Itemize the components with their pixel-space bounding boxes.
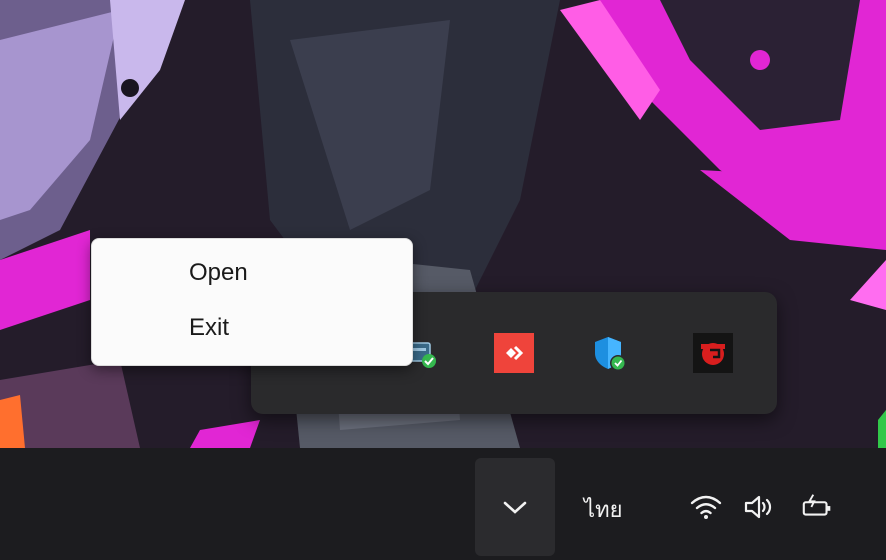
speaker-icon[interactable] bbox=[742, 492, 778, 522]
anydesk-icon[interactable] bbox=[493, 332, 535, 374]
battery-icon[interactable] bbox=[800, 492, 836, 522]
show-hidden-icons-button[interactable] bbox=[475, 458, 555, 556]
taskbar: ไทย bbox=[0, 448, 886, 560]
menu-item-exit-label: Exit bbox=[189, 314, 230, 341]
chevron-up-icon bbox=[503, 501, 527, 514]
windows-security-icon[interactable] bbox=[589, 332, 631, 374]
menu-item-open-label: Open bbox=[189, 259, 248, 286]
context-menu: Open Exit bbox=[91, 238, 413, 366]
input-language-indicator[interactable]: ไทย bbox=[584, 492, 622, 527]
menu-item-exit[interactable]: Exit bbox=[100, 306, 404, 350]
garena-icon[interactable] bbox=[692, 332, 734, 374]
wifi-icon[interactable] bbox=[688, 492, 724, 522]
menu-item-open[interactable]: Open bbox=[100, 251, 404, 295]
